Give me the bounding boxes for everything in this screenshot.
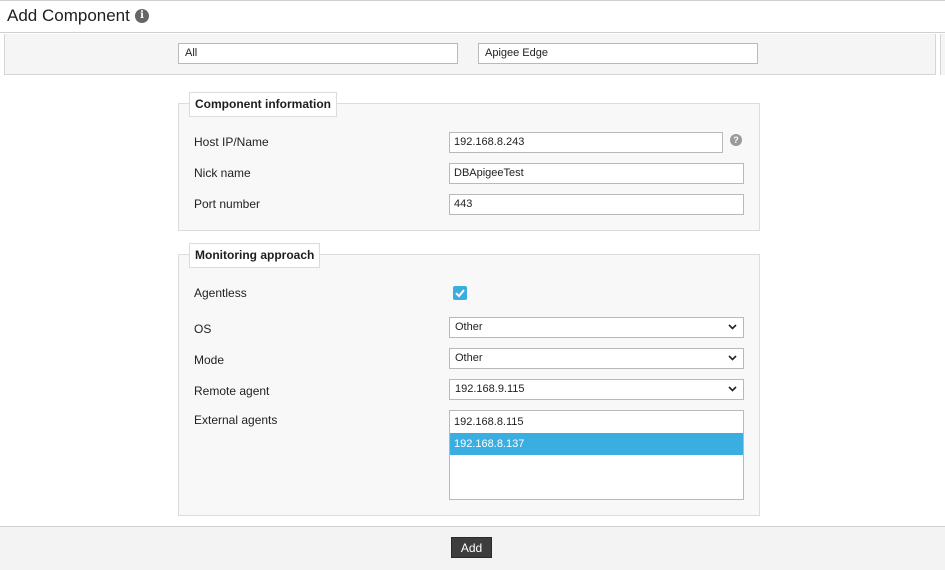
mode-label: Mode [194, 353, 225, 367]
nick-name-label: Nick name [194, 166, 251, 180]
info-icon[interactable]: i [135, 9, 149, 23]
title-bar: Add Component i [0, 0, 945, 33]
chevron-down-icon [728, 386, 737, 392]
component-info-legend: Component information [189, 92, 337, 117]
os-value: Other [455, 321, 483, 333]
component-type-field[interactable]: Apigee Edge [478, 43, 758, 64]
remote-agent-label: Remote agent [194, 384, 270, 398]
nick-name-field[interactable]: DBApigeeTest [449, 163, 744, 184]
os-label: OS [194, 322, 212, 336]
chevron-down-icon [728, 324, 737, 330]
external-agent-option-selected[interactable]: 192.168.8.137 [450, 433, 743, 455]
port-field[interactable]: 443 [449, 194, 744, 215]
add-component-page: Add Component i All Apigee Edge Componen… [0, 0, 945, 570]
panel-scroll-edge [940, 34, 945, 75]
host-field[interactable]: 192.168.8.243 [449, 132, 723, 153]
external-agents-label: External agents [194, 413, 278, 427]
page-title: Add Component [7, 6, 130, 25]
os-select[interactable]: Other [449, 317, 744, 338]
component-group-field[interactable]: All [178, 43, 458, 64]
host-label: Host IP/Name [194, 135, 269, 149]
filter-panel [4, 34, 936, 75]
help-icon[interactable]: ? [730, 134, 742, 146]
external-agents-list[interactable]: 192.168.8.115 192.168.8.137 [449, 410, 744, 500]
add-button[interactable]: Add [451, 537, 492, 558]
monitoring-legend: Monitoring approach [189, 243, 321, 268]
mode-value: Other [455, 352, 483, 364]
agentless-label: Agentless [194, 286, 247, 300]
mode-select[interactable]: Other [449, 348, 744, 369]
port-label: Port number [194, 197, 261, 211]
check-icon [455, 289, 465, 298]
remote-agent-select[interactable]: 192.168.9.115 [449, 379, 744, 400]
remote-agent-value: 192.168.9.115 [455, 383, 525, 395]
chevron-down-icon [728, 355, 737, 361]
agentless-checkbox[interactable] [453, 286, 467, 300]
external-agent-option[interactable]: 192.168.8.115 [450, 411, 743, 433]
